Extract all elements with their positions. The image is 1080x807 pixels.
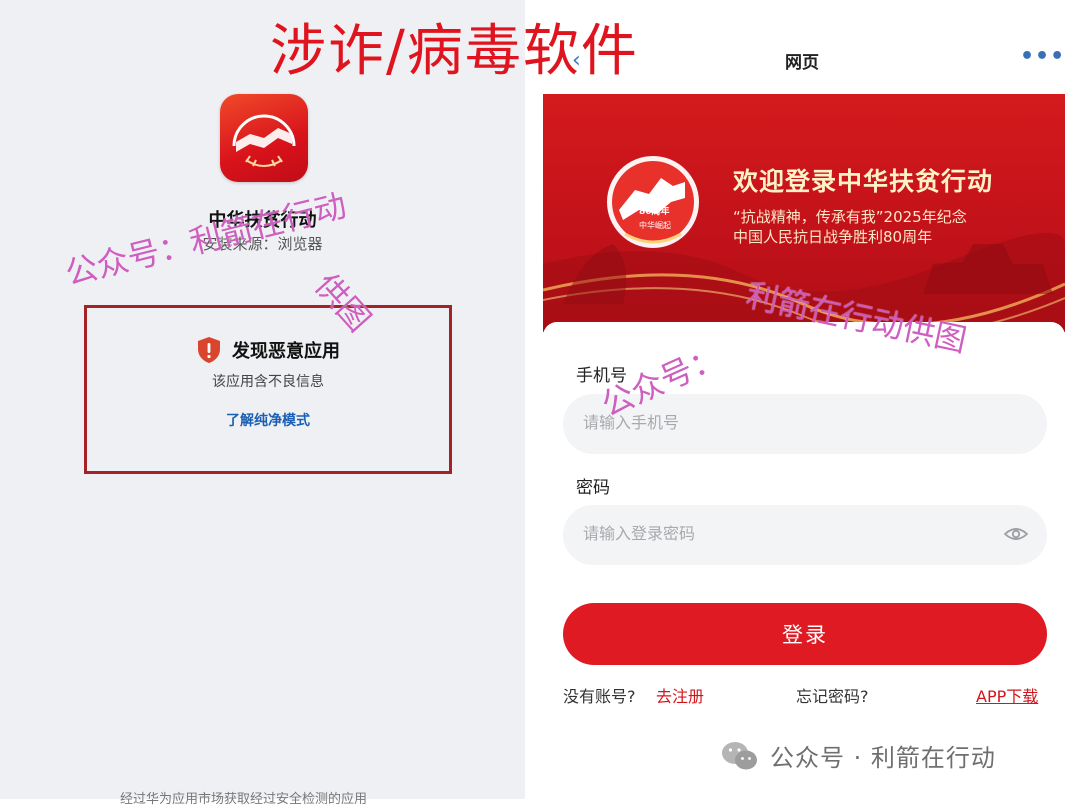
malware-warning-box: 发现恶意应用 该应用含不良信息 了解纯净模式 [84, 305, 452, 474]
wechat-account-footer: 公众号 · 利箭在行动 [720, 738, 996, 773]
app-icon [220, 94, 308, 182]
page-title: 网页 [785, 53, 819, 73]
great-wall-logo-icon [232, 114, 296, 167]
eye-icon[interactable] [1004, 524, 1028, 544]
banner-title: 欢迎登录中华扶贫行动 [733, 167, 994, 196]
install-source: 安装来源：浏览器 [202, 235, 323, 253]
banner-subtitle-1: “抗战精神，传承有我”2025年纪念 [733, 208, 967, 226]
pure-mode-link[interactable]: 了解纯净模式 [87, 410, 449, 430]
back-arrow-icon[interactable]: ‹ [572, 48, 581, 73]
no-account-text: 没有账号? [563, 687, 636, 706]
security-warning-panel: 中华扶贫行动 安装来源：浏览器 发现恶意应用 该应用含不良信息 了解纯净模式 经… [0, 0, 525, 807]
forgot-password-link[interactable]: 忘记密码? [796, 683, 869, 707]
phone-label: 手机号 [576, 366, 627, 386]
warning-description: 该应用含不良信息 [212, 374, 324, 390]
register-link[interactable]: 去注册 [656, 683, 704, 707]
wechat-account-name: 公众号 · 利箭在行动 [770, 744, 996, 772]
shield-alert-icon [198, 337, 220, 363]
app-name: 中华扶贫行动 [208, 210, 317, 231]
warning-title-row: 发现恶意应用 [87, 336, 449, 364]
login-button[interactable]: 登录 [563, 603, 1047, 665]
password-input[interactable] [563, 505, 1047, 565]
login-banner: 80周年 中华崛起 欢迎登录中华扶贫行动 “抗战精神，传承有我”2025年纪念 … [543, 94, 1065, 332]
warning-title: 发现恶意应用 [232, 341, 340, 362]
phone-input[interactable] [563, 394, 1047, 454]
bottom-note: 经过华为应用市场获取经过安全检测的应用 [120, 792, 368, 807]
password-label: 密码 [576, 478, 610, 498]
form-card-top [543, 322, 1065, 346]
more-options-icon[interactable]: ••• [1020, 44, 1065, 69]
wechat-icon [722, 741, 757, 769]
app-download-link[interactable]: APP下载 [976, 683, 1038, 707]
headline-title: 涉诈/病毒软件 [270, 19, 639, 84]
logo-text-top: 80周年 [639, 207, 670, 217]
logo-text-bottom: 中华崛起 [639, 221, 671, 230]
banner-subtitle-2: 中国人民抗日战争胜利80周年 [733, 228, 933, 246]
